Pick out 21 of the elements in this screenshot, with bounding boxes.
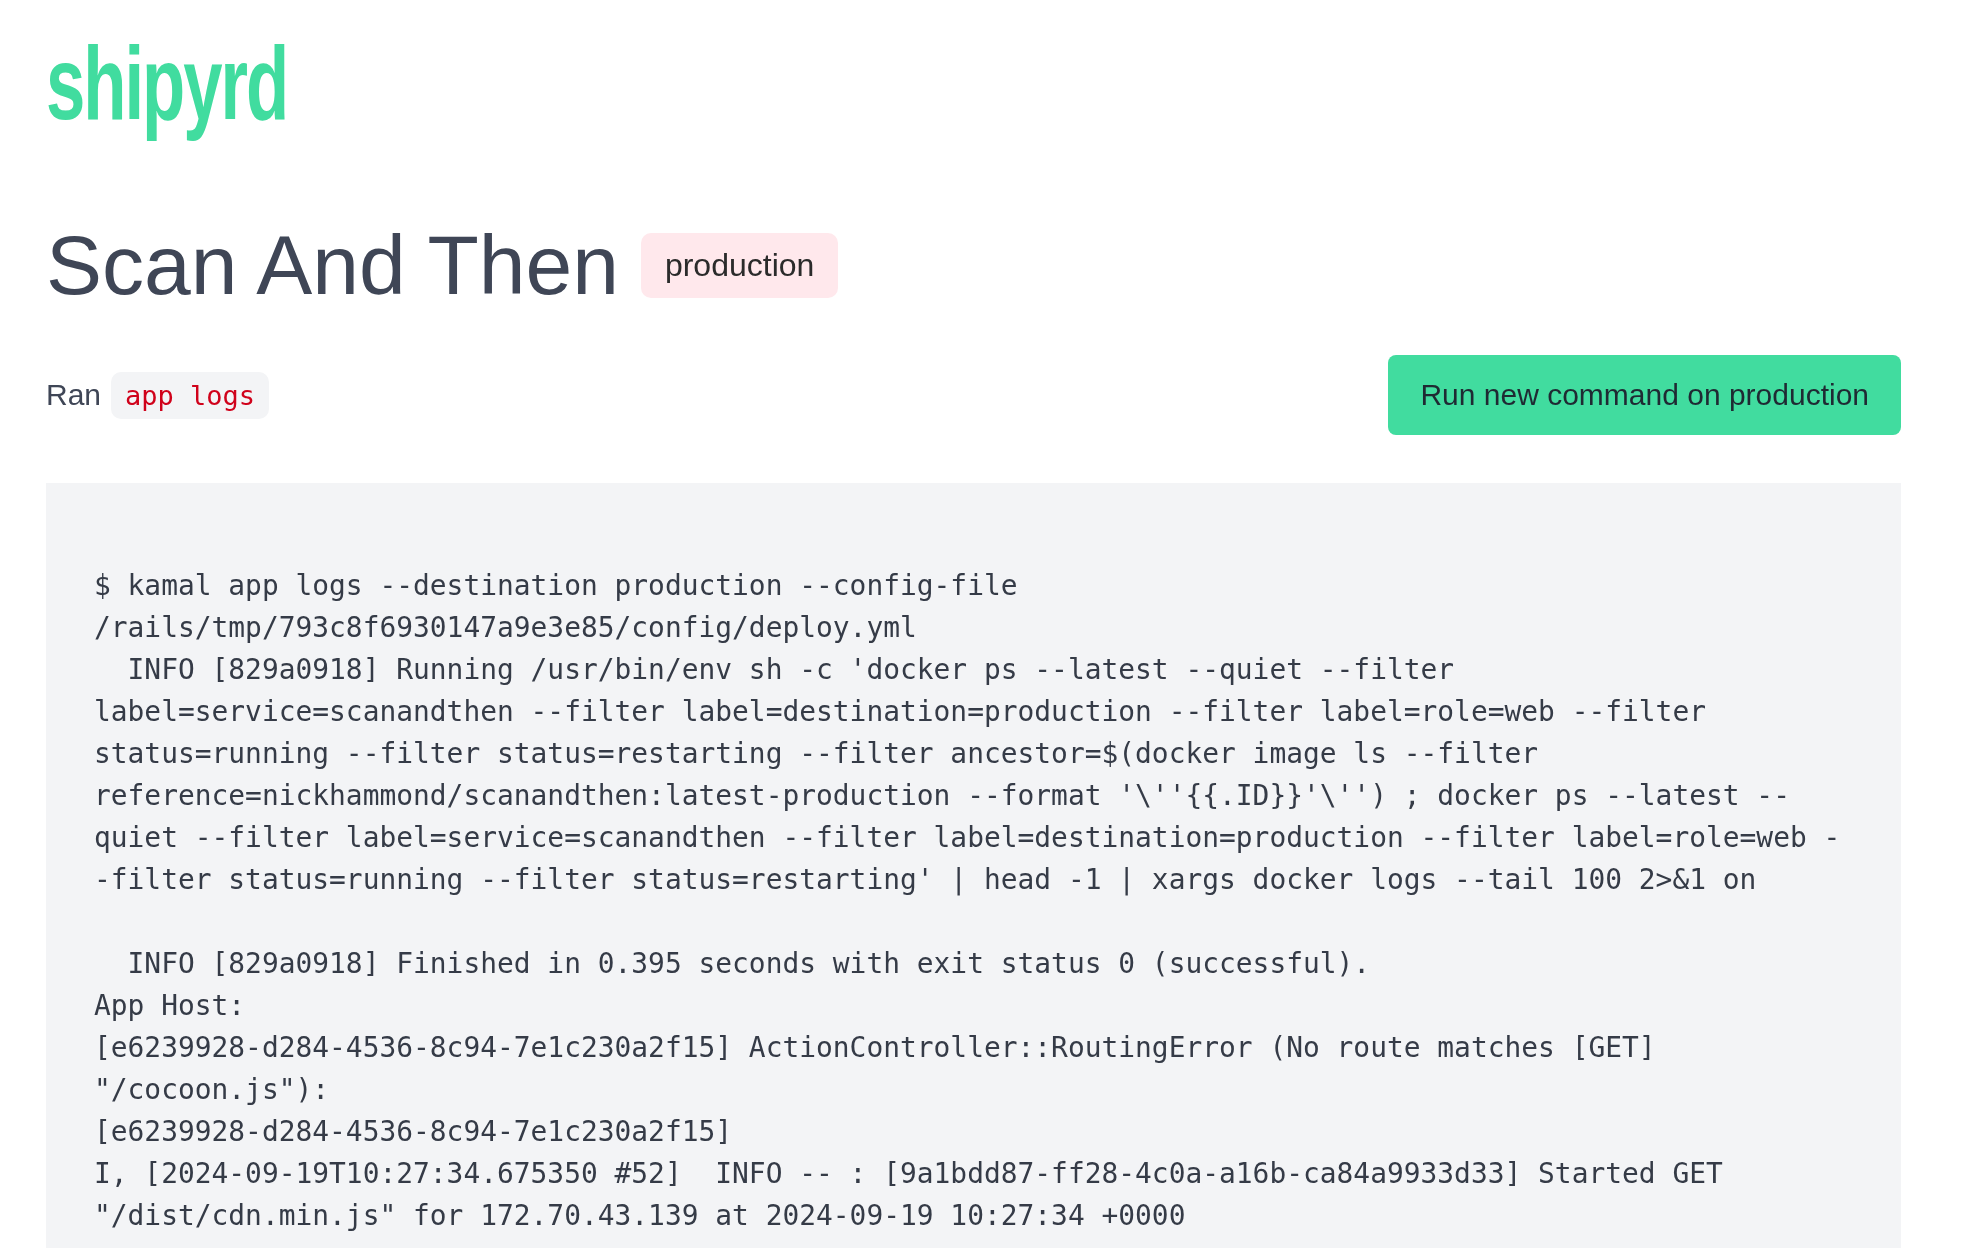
run-command-button[interactable]: Run new command on production — [1388, 355, 1901, 435]
command-code: app logs — [111, 371, 270, 419]
log-line: INFO [829a0918] Running /usr/bin/env sh -c 'docker ps --latest --quiet --filter — [126, 652, 1455, 688]
log-line: [e6239928-d284-4536-8c94-7e1c230a2f15] — [94, 1114, 733, 1150]
log-line: App Host: — [94, 988, 246, 1024]
log-line: "/cocoon.js"): — [94, 1072, 330, 1108]
environment-badge: production — [640, 232, 839, 298]
log-line: /rails/tmp/793c8f6930147a9e3e85/config/deploy.yml — [94, 610, 917, 646]
log-line: quiet --filter label=service=scanandthen --filter label=destination=production --filter label=role=web - — [94, 820, 1841, 856]
log-line: "/dist/cdn.min.js" for 172.70.43.139 at 2024-09-19 10:27:34 +0000 — [94, 1198, 1186, 1234]
log-line: reference=nickhammond/scanandthen:latest-production --format '\''{{.ID}}'\'') ; docker ps --latest -- — [94, 778, 1790, 814]
log-line: status=running --filter status=restarting --filter ancestor=$(docker image ls --filter — [94, 736, 1539, 772]
log-line: label=service=scanandthen --filter label=destination=production --filter label=role=web --filter — [94, 694, 1706, 730]
logo: shipyrd — [46, 24, 288, 143]
log-line: $ kamal app logs --destination production --config-file — [94, 568, 1018, 604]
ran-label: Ran — [46, 378, 102, 412]
log-line: INFO [829a0918] Finished in 0.395 seconds with exit status 0 (successful). — [126, 946, 1371, 982]
log-line: [e6239928-d284-4536-8c94-7e1c230a2f15] ActionController::RoutingError (No route matches [GET] — [94, 1030, 1656, 1066]
log-line: -filter status=running --filter status=restarting' | head -1 | xargs docker logs --tail 100 2>&1 on — [94, 862, 1757, 898]
page-title: Scan And Then — [46, 223, 619, 307]
log-line: I, [2024-09-19T10:27:34.675350 #52] INFO -- : [9a1bdd87-ff28-4c0a-a16b-ca84a9933d33] Started GET — [94, 1156, 1723, 1192]
